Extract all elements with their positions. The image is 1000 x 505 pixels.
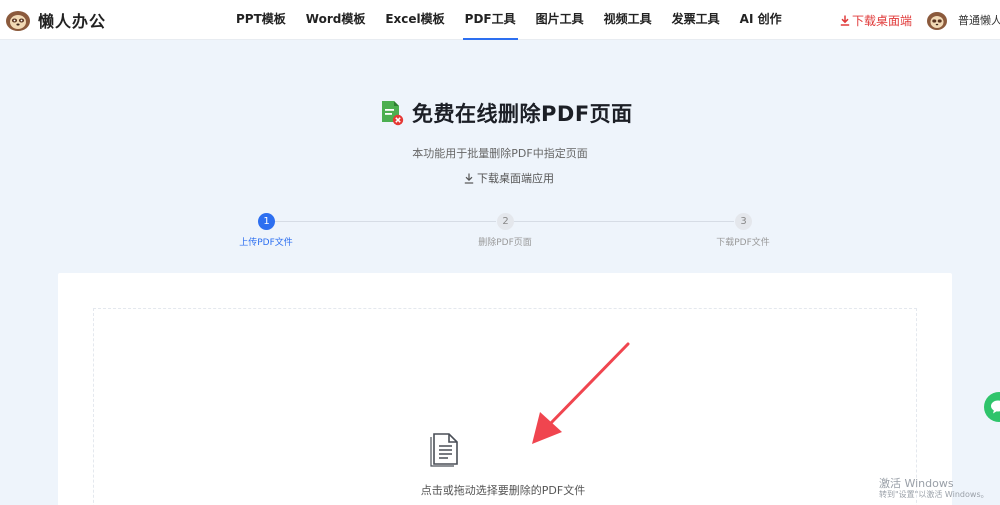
step-2-label: 删除PDF页面	[478, 238, 532, 248]
pdf-delete-icon	[382, 101, 404, 126]
activate-windows-hint: 转到"设置"以激活 Windows。	[879, 490, 989, 499]
page-subtitle: 本功能用于批量删除PDF中指定页面	[412, 147, 588, 160]
nav-item-pdf-tools[interactable]: PDF工具	[455, 0, 526, 40]
document-icon[interactable]	[430, 431, 462, 467]
step-connector	[514, 221, 734, 222]
dropzone-prompt[interactable]: 点击或拖动选择要删除的PDF文件	[0, 482, 1000, 498]
progress-steps: 1 上传PDF文件 2 删除PDF页面 3 下载PDF文件	[0, 212, 1000, 252]
brand-name: 懒人办公	[38, 12, 107, 31]
main-nav: PPT模板 Word模板 Excel模板 PDF工具 图片工具 视频工具 发票工…	[226, 0, 792, 40]
user-name: 普通懒人	[958, 14, 1000, 27]
step-1-dot: 1	[258, 213, 275, 230]
nav-item-ai-create[interactable]: AI 创作	[730, 0, 792, 40]
step-3-label: 下载PDF文件	[716, 238, 770, 248]
upload-panel	[58, 273, 952, 505]
step-1-label: 上传PDF文件	[239, 238, 293, 248]
step-2-dot: 2	[497, 213, 514, 230]
page-title: 免费在线删除PDF页面	[412, 102, 633, 126]
nav-item-video-tools[interactable]: 视频工具	[594, 0, 662, 40]
sloth-mascot-icon	[6, 11, 30, 31]
nav-item-image-tools[interactable]: 图片工具	[526, 0, 594, 40]
download-icon	[840, 15, 850, 26]
chat-float-button[interactable]	[984, 392, 1000, 422]
pointer-arrow	[532, 342, 630, 444]
nav-item-word[interactable]: Word模板	[296, 0, 376, 40]
download-icon	[464, 173, 474, 184]
top-header: 懒人办公 PPT模板 Word模板 Excel模板 PDF工具 图片工具 视频工…	[0, 0, 1000, 40]
user-menu[interactable]: 普通懒人	[926, 9, 1000, 31]
page-title-block: 免费在线删除PDF页面	[380, 98, 633, 128]
step-3-dot: 3	[735, 213, 752, 230]
download-app-link[interactable]: 下载桌面端应用	[464, 170, 554, 186]
download-desktop-link[interactable]: 下载桌面端	[840, 12, 912, 29]
nav-item-invoice-tools[interactable]: 发票工具	[662, 0, 730, 40]
avatar	[927, 12, 947, 30]
download-app-label: 下载桌面端应用	[477, 172, 554, 185]
nav-item-excel[interactable]: Excel模板	[375, 0, 454, 40]
step-connector	[275, 221, 496, 222]
chat-icon	[991, 400, 1000, 414]
download-desktop-label: 下载桌面端	[852, 14, 913, 28]
logo[interactable]: 懒人办公	[4, 8, 106, 32]
file-dropzone[interactable]	[93, 308, 917, 505]
nav-item-ppt[interactable]: PPT模板	[226, 0, 296, 40]
